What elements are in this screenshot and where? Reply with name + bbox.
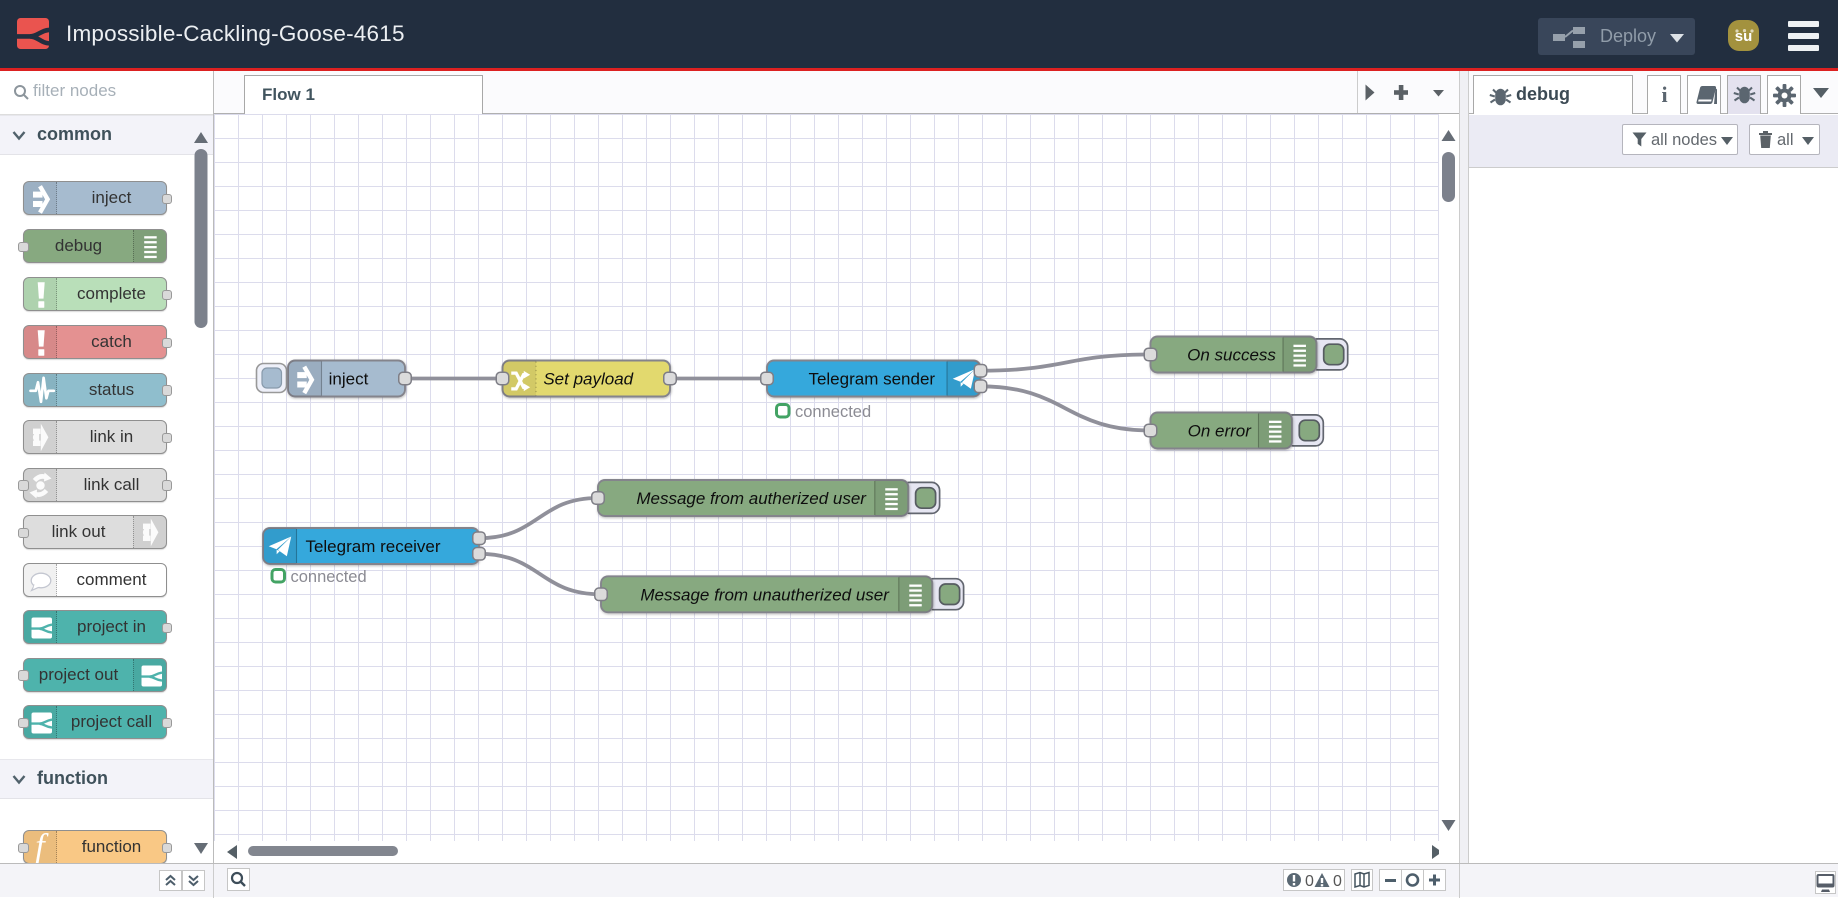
svg-text:On success: On success [1187,346,1276,365]
svg-text:f: f [35,831,49,863]
svg-text:connected: connected [291,568,367,586]
svg-text:0: 0 [1305,873,1314,890]
svg-text:Telegram receiver: Telegram receiver [305,537,440,556]
svg-text:Set payload: Set payload [543,370,633,389]
svg-text:i: i [1661,84,1667,106]
svg-text:0: 0 [1333,873,1342,890]
svg-text:Message from autherized user: Message from autherized user [636,489,867,508]
svg-text:inject: inject [329,370,369,389]
svg-text:Telegram sender: Telegram sender [808,370,935,389]
svg-text:On error: On error [1188,422,1253,441]
svg-text:Message from unautherized user: Message from unautherized user [640,585,890,604]
svg-text:connected: connected [795,403,871,421]
